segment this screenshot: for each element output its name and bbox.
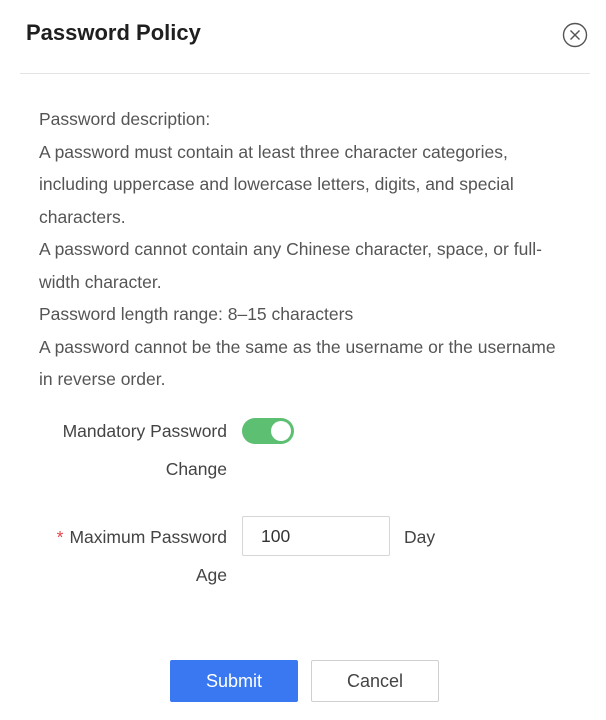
mandatory-change-toggle[interactable] — [242, 418, 294, 444]
max-age-label-line1: Maximum Password — [69, 527, 227, 547]
cancel-button[interactable]: Cancel — [311, 660, 439, 702]
header-divider — [20, 73, 590, 74]
mandatory-change-label-line2: Change — [165, 459, 227, 479]
max-age-input[interactable]: 100 — [242, 516, 390, 556]
mandatory-change-label: Mandatory Password Change — [20, 412, 227, 488]
description-line: including uppercase and lowercase letter… — [39, 174, 514, 194]
toggle-knob — [271, 421, 291, 441]
description-line: Password description: — [39, 109, 211, 129]
password-policy-dialog: Password Policy Password description: A … — [0, 0, 606, 720]
password-description: Password description: A password must co… — [39, 103, 599, 396]
description-line: A password must contain at least three c… — [39, 141, 508, 162]
description-line: Password length range: 8–15 characters — [39, 304, 354, 324]
description-line: in reverse order. — [39, 369, 166, 389]
max-age-unit: Day — [404, 527, 436, 547]
description-line: A password cannot be the same as the use… — [39, 336, 556, 357]
dialog-header: Password Policy — [0, 0, 606, 74]
description-line: characters. — [39, 206, 126, 227]
mandatory-change-label-line1: Mandatory Password — [62, 421, 227, 441]
max-age-label-line2: Age — [195, 565, 227, 585]
close-icon[interactable] — [562, 22, 588, 48]
description-line: width character. — [39, 271, 162, 292]
dialog-title: Password Policy — [26, 20, 201, 45]
description-line: A password cannot contain any Chinese ch… — [39, 239, 542, 259]
required-mark: * — [56, 527, 64, 547]
max-age-label: * Maximum Password Age — [20, 518, 227, 594]
submit-button[interactable]: Submit — [170, 660, 298, 702]
